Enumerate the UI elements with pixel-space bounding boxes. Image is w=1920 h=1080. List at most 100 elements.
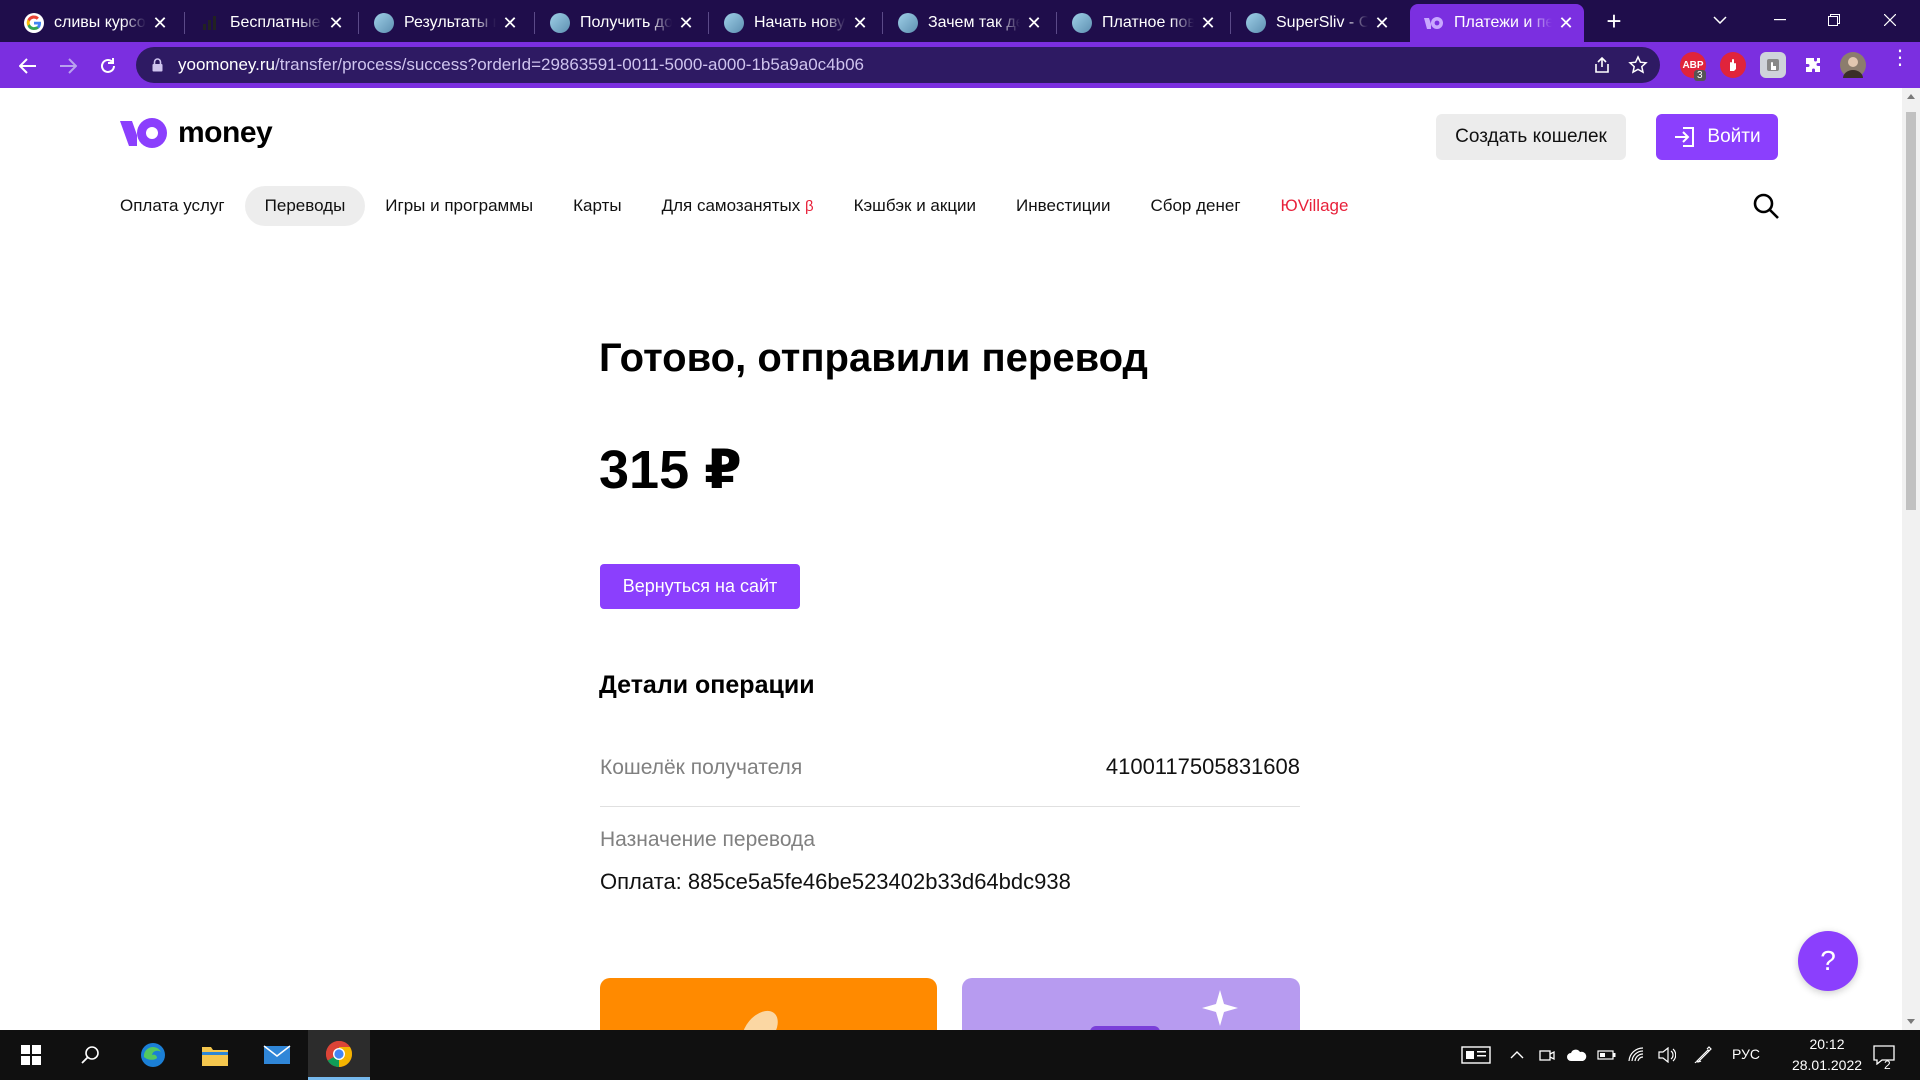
site-icon <box>724 13 744 33</box>
close-tab-icon[interactable]: ✕ <box>328 13 344 34</box>
nav-item-yuvillage[interactable]: ЮVillage <box>1261 186 1369 226</box>
purpose-label: Назначение перевода <box>600 828 815 851</box>
site-icon <box>898 13 918 33</box>
nav-item-transfers[interactable]: Переводы <box>244 186 366 226</box>
close-window-button[interactable] <box>1860 0 1920 40</box>
yoomoney-logo[interactable]: money <box>120 116 273 150</box>
clock-date[interactable]: 28.01.2022 <box>1777 1057 1877 1073</box>
file-explorer-icon[interactable] <box>184 1030 246 1080</box>
touch-extension-icon[interactable] <box>1760 52 1786 78</box>
login-label: Войти <box>1707 126 1761 147</box>
nav-item-fundraising[interactable]: Сбор денег <box>1130 186 1260 226</box>
close-tab-icon[interactable]: ✕ <box>1374 13 1390 34</box>
browser-tab-active[interactable]: Платежи и пе ✕ <box>1410 4 1584 42</box>
new-tab-button[interactable]: + <box>1598 6 1630 38</box>
restore-button[interactable] <box>1804 0 1864 40</box>
nav-item-cashback[interactable]: Кэшбэк и акции <box>834 186 996 226</box>
close-tab-icon[interactable]: ✕ <box>1200 13 1216 34</box>
logo-text: money <box>178 116 273 149</box>
url-text[interactable]: yoomoney.ru/transfer/process/success?ord… <box>178 55 864 75</box>
reload-icon[interactable] <box>92 50 124 82</box>
share-icon[interactable] <box>1590 53 1614 77</box>
help-button[interactable]: ? <box>1798 931 1858 991</box>
site-icon <box>550 13 570 33</box>
browser-tab-strip: сливы курсов ✕ Бесплатные к ✕ Результаты… <box>0 0 1920 42</box>
bars-icon <box>200 13 220 33</box>
return-to-site-button[interactable]: Вернуться на сайт <box>600 564 800 609</box>
tab-search-icon[interactable] <box>1690 0 1750 40</box>
meet-now-icon[interactable] <box>1536 1045 1558 1065</box>
url-host: yoomoney.ru <box>178 55 276 74</box>
nav-item-games[interactable]: Игры и программы <box>365 186 553 226</box>
tab-title: Платежи и пе <box>1454 14 1552 31</box>
avatar[interactable] <box>1840 52 1866 78</box>
close-tab-icon[interactable]: ✕ <box>678 13 694 34</box>
coin-icon <box>742 1010 778 1030</box>
browser-tab[interactable]: Получить дос ✕ <box>536 4 704 42</box>
windows-start-icon[interactable] <box>0 1030 62 1080</box>
news-widget-icon[interactable] <box>1460 1045 1492 1065</box>
tab-title: сливы курсов <box>54 14 146 31</box>
close-tab-icon[interactable]: ✕ <box>152 13 168 34</box>
hand-extension-icon[interactable] <box>1720 52 1746 78</box>
minimize-button[interactable] <box>1750 0 1810 40</box>
nav-item-investments[interactable]: Инвестиции <box>996 186 1130 226</box>
login-button[interactable]: Войти <box>1656 114 1778 160</box>
address-bar[interactable]: yoomoney.ru/transfer/process/success?ord… <box>136 47 1660 83</box>
bookmark-star-icon[interactable] <box>1626 53 1650 77</box>
browser-tab[interactable]: сливы курсов ✕ <box>10 4 178 42</box>
close-tab-icon[interactable]: ✕ <box>502 13 518 34</box>
promo-card-orange[interactable] <box>600 978 937 1030</box>
nav-item-cards[interactable]: Карты <box>553 186 641 226</box>
close-tab-icon[interactable]: ✕ <box>1026 13 1042 34</box>
tab-separator <box>1230 12 1231 34</box>
chrome-taskbar-icon[interactable] <box>308 1030 370 1080</box>
yoomoney-icon <box>1424 13 1444 33</box>
scroll-down-arrow-icon[interactable] <box>1907 1019 1915 1024</box>
search-icon[interactable] <box>1752 192 1780 225</box>
page-title: Готово, отправили перевод <box>599 336 1148 380</box>
lock-icon[interactable] <box>152 58 163 77</box>
close-tab-icon[interactable]: ✕ <box>1558 13 1574 34</box>
nav-item-self-employed[interactable]: Для самозанятых β <box>642 186 834 226</box>
tab-title: Зачем так дел <box>928 14 1020 31</box>
tab-title: Бесплатные к <box>230 14 322 31</box>
volume-icon[interactable] <box>1656 1045 1678 1065</box>
main-nav: Оплата услуг Переводы Игры и программы К… <box>120 184 1368 228</box>
wallet-label: Кошелёк получателя <box>600 756 803 779</box>
browser-tab[interactable]: Результаты п ✕ <box>360 4 528 42</box>
browser-tab[interactable]: SuperSliv - Сл ✕ <box>1232 4 1400 42</box>
url-path: /transfer/process/success?orderId=298635… <box>275 55 864 74</box>
edge-icon[interactable] <box>122 1030 184 1080</box>
scroll-thumb[interactable] <box>1906 112 1916 510</box>
close-tab-icon[interactable]: ✕ <box>852 13 868 34</box>
browser-tab[interactable]: Начать новую ✕ <box>710 4 878 42</box>
wifi-icon[interactable] <box>1626 1045 1648 1065</box>
promo-card-purple[interactable] <box>962 978 1300 1030</box>
battery-icon[interactable] <box>1596 1045 1618 1065</box>
taskbar-search-icon[interactable] <box>60 1030 122 1080</box>
create-wallet-button[interactable]: Создать кошелек <box>1436 114 1626 160</box>
browser-tab[interactable]: Платное повы ✕ <box>1058 4 1226 42</box>
onedrive-icon[interactable] <box>1566 1045 1588 1065</box>
browser-tab[interactable]: Зачем так дел ✕ <box>884 4 1052 42</box>
input-language[interactable]: РУС <box>1732 1046 1760 1062</box>
tab-title: SuperSliv - Сл <box>1276 14 1368 31</box>
clock-time[interactable]: 20:12 <box>1792 1036 1862 1052</box>
tab-title: Платное повы <box>1102 14 1194 31</box>
back-icon[interactable] <box>12 50 44 82</box>
scroll-up-arrow-icon[interactable] <box>1907 94 1915 99</box>
tab-separator <box>708 12 709 34</box>
pen-icon[interactable] <box>1692 1045 1714 1065</box>
forward-icon[interactable] <box>52 50 84 82</box>
page-scrollbar[interactable] <box>1902 88 1920 1030</box>
page-content: money Создать кошелек Войти Оплата услуг… <box>0 88 1902 1030</box>
mail-icon[interactable] <box>246 1030 308 1080</box>
nav-item-payments[interactable]: Оплата услуг <box>120 186 245 226</box>
chrome-menu-icon[interactable]: ⋮ <box>1890 48 1910 68</box>
chevron-up-icon[interactable] <box>1506 1045 1528 1065</box>
puzzle-extensions-icon[interactable] <box>1800 52 1826 78</box>
google-icon <box>24 13 44 33</box>
sparkle-icon <box>1202 990 1238 1026</box>
browser-tab[interactable]: Бесплатные к ✕ <box>186 4 354 42</box>
